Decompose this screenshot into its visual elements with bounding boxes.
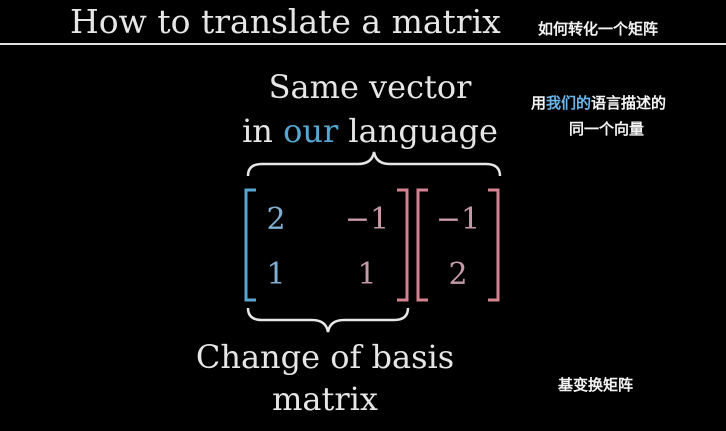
bottom-subtitle-cn: 基变换矩阵 <box>558 376 634 394</box>
vector-right-bracket <box>488 188 500 302</box>
bottom-label-line1: Change of basis <box>195 338 455 376</box>
vector-entry-2: 2 <box>448 257 467 292</box>
matrix-entry-a22: 1 <box>357 257 376 292</box>
bottom-brace <box>246 307 410 333</box>
matrix-entry-a12: −1 <box>345 202 389 237</box>
vector-entry-1: −1 <box>436 202 480 237</box>
bottom-label-line2: matrix <box>272 380 378 418</box>
matrix-entry-a21: 1 <box>266 257 285 292</box>
matrix-left-bracket <box>244 188 256 302</box>
top-brace <box>246 151 502 177</box>
vector-left-bracket <box>416 188 428 302</box>
matrix-entry-a11: 2 <box>266 202 285 237</box>
matrix-right-bracket <box>397 188 409 302</box>
